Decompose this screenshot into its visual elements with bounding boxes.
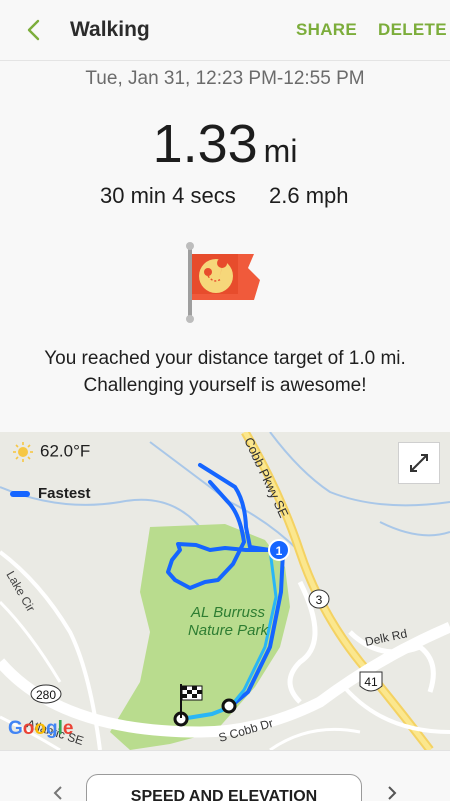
achievement-message: You reached your distance target of 1.0 … — [0, 345, 450, 399]
park-label-line-2: Nature Park — [188, 622, 270, 639]
route-legend: Fastest — [10, 485, 91, 502]
top-bar: Walking SHARE DELETE — [0, 0, 450, 61]
route-start-marker — [221, 698, 237, 714]
svg-text:41: 41 — [364, 675, 378, 689]
workout-date-range: Tue, Jan 31, 12:23 PM-12:55 PM — [85, 68, 365, 89]
route-shield-41: 41 — [359, 671, 383, 692]
page-title: Walking — [70, 18, 150, 41]
road-label-cobb-pkwy: Cobb Pkwy SE — [241, 435, 291, 520]
achievement-line-2: Challenging yourself is awesome! — [83, 375, 367, 396]
share-button[interactable]: SHARE — [296, 20, 357, 40]
legend-label: Fastest — [38, 485, 91, 502]
distance-display: 1.33 mi — [0, 113, 450, 175]
road-label-lake-cir: Lake Cir — [3, 569, 37, 615]
mile-marker-1: 1 — [268, 539, 290, 561]
speed-value: 2.6 mph — [269, 183, 349, 208]
fullscreen-map-button[interactable] — [398, 442, 440, 484]
target-flag-icon — [186, 242, 260, 323]
duration-value: 30 min 4 secs — [100, 183, 236, 208]
temperature-value: 62.0°F — [40, 441, 91, 461]
expand-icon — [410, 454, 428, 472]
distance-value: 1.33 — [152, 114, 258, 174]
legend-swatch — [10, 491, 30, 498]
distance-unit: mi — [263, 133, 298, 169]
svg-text:280: 280 — [36, 688, 56, 702]
google-logo: Google — [8, 718, 74, 739]
delete-button[interactable]: DELETE — [378, 20, 447, 40]
speed-elevation-tab[interactable]: SPEED AND ELEVATION — [86, 774, 362, 801]
route-shield-3: 3 — [308, 589, 330, 609]
back-arrow-icon[interactable] — [22, 16, 50, 44]
achievement-line-1: You reached your distance target of 1.0 … — [44, 348, 406, 369]
svg-text:3: 3 — [316, 593, 323, 607]
map-canvas: 1 3 280 41 Cobb Pkwy SE Lake Cir AL Burr… — [0, 432, 450, 750]
route-shield-280: 280 — [30, 684, 62, 704]
svg-text:1: 1 — [276, 544, 283, 558]
next-tab-icon[interactable] — [384, 785, 400, 801]
previous-tab-icon[interactable] — [50, 785, 66, 801]
sunny-weather-icon — [13, 442, 33, 462]
road-label-s-cobb-dr: S Cobb Dr — [217, 716, 275, 745]
route-map[interactable]: 1 3 280 41 Cobb Pkwy SE Lake Cir AL Burr… — [0, 432, 450, 750]
bottom-tab-bar: SPEED AND ELEVATION — [0, 750, 450, 801]
weather-temperature: 62.0°F — [12, 441, 90, 463]
park-label-line-1: AL Burruss — [190, 604, 265, 621]
